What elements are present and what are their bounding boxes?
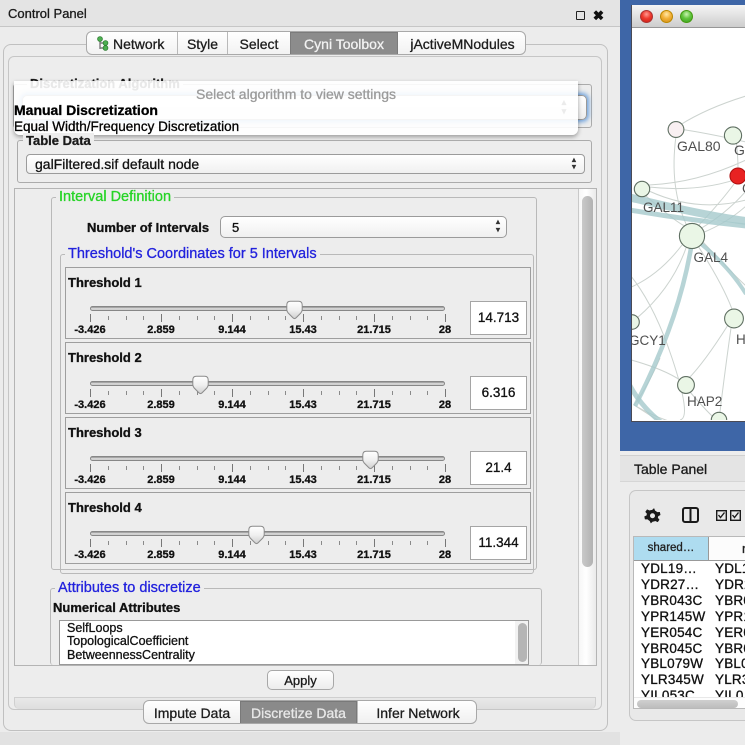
svg-text:GAL4: GAL4 xyxy=(694,250,729,265)
svg-text:GAL11: GAL11 xyxy=(643,200,684,215)
svg-text:GCY1: GCY1 xyxy=(632,333,666,348)
svg-text:GAL80: GAL80 xyxy=(677,138,721,154)
svg-text:H: H xyxy=(736,332,745,347)
svg-text:HAP2: HAP2 xyxy=(687,394,722,409)
svg-text:G.: G. xyxy=(734,142,745,158)
